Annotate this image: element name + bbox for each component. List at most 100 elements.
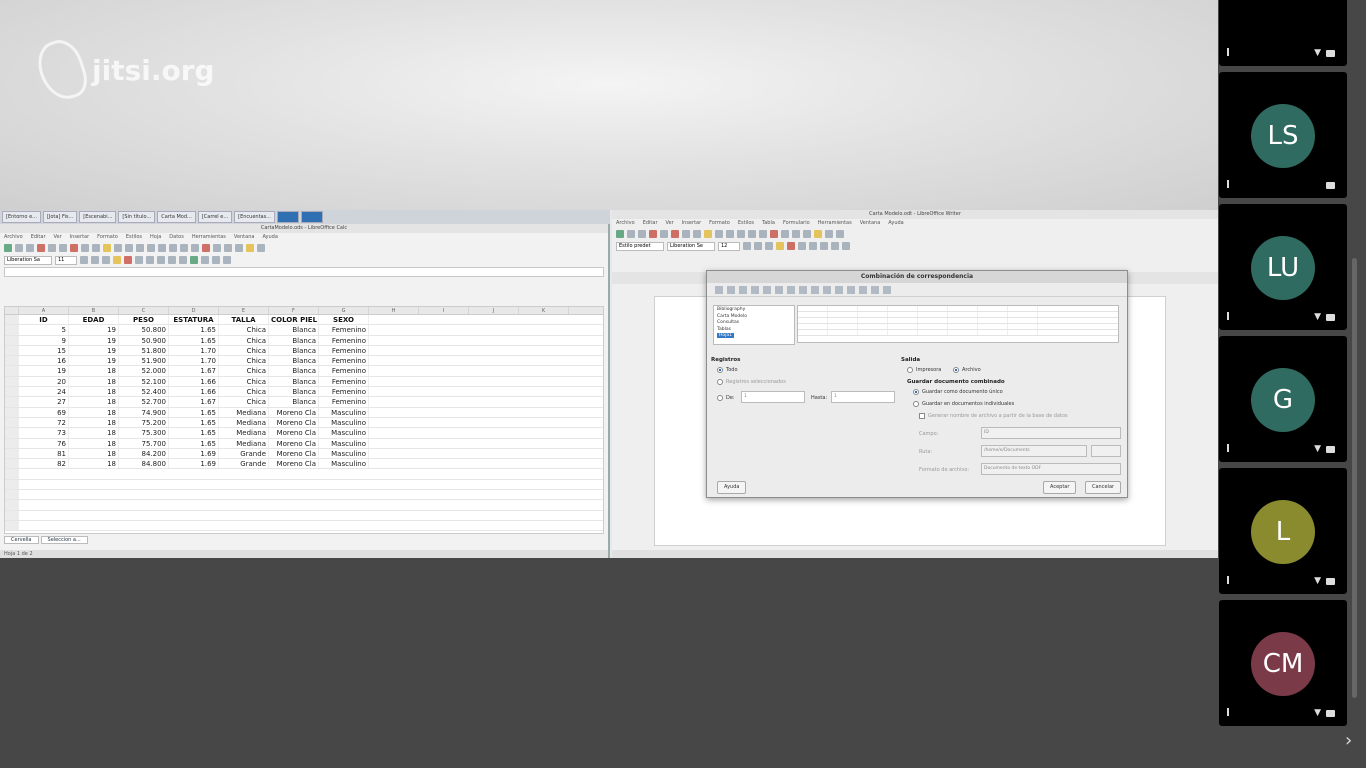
campo-select[interactable]: ID (981, 427, 1121, 439)
header-cell-estatura[interactable]: ESTATURA (169, 315, 219, 325)
row-number[interactable] (5, 417, 19, 428)
save-icon[interactable] (715, 286, 723, 294)
participant-tile[interactable]: L ▼ (1219, 468, 1347, 594)
col-header[interactable]: J (469, 307, 519, 314)
table-cell[interactable]: 1.67 (169, 397, 219, 407)
paste-icon[interactable] (92, 244, 100, 252)
sheet-tab[interactable]: Cervella (4, 536, 39, 544)
row-number[interactable] (5, 397, 19, 407)
special-char-icon[interactable] (803, 230, 811, 238)
col-header[interactable]: B (69, 307, 119, 314)
table-cell[interactable]: 1.65 (169, 335, 219, 345)
underline-icon[interactable] (765, 242, 773, 250)
formato-select[interactable]: Documento de texto ODF (981, 463, 1121, 475)
menu-item[interactable]: Editar (643, 219, 658, 228)
indent-icon[interactable] (842, 242, 850, 250)
participant-tile[interactable]: LS (1219, 72, 1347, 198)
row-number[interactable] (5, 376, 19, 387)
table-cell[interactable]: 52.100 (119, 376, 169, 387)
mail-merge-icon[interactable] (871, 286, 879, 294)
menu-item[interactable]: Estilos (126, 233, 142, 242)
option-guardar-individual[interactable]: Guardar en documentos individuales (913, 401, 1014, 407)
line-icon[interactable] (825, 230, 833, 238)
row-number[interactable] (5, 387, 19, 397)
column-icon[interactable] (169, 244, 177, 252)
new-icon[interactable] (4, 244, 12, 252)
table-cell[interactable]: Blanca (269, 376, 319, 387)
table-cell[interactable]: 15 (19, 345, 69, 356)
italic-icon[interactable] (91, 256, 99, 264)
table-cell[interactable]: 18 (69, 407, 119, 417)
row-number[interactable] (5, 459, 19, 469)
jitsi-watermark[interactable]: jitsi.org (31, 34, 215, 106)
table-cell[interactable]: 24 (19, 387, 69, 397)
participant-tile[interactable]: LU ▼ (1219, 204, 1347, 330)
table-cell[interactable]: 18 (69, 438, 119, 448)
de-input[interactable]: 1 (741, 391, 805, 403)
preview-icon[interactable] (59, 244, 67, 252)
table-cell[interactable]: 51.800 (119, 345, 169, 356)
row-number[interactable] (5, 366, 19, 376)
menu-item[interactable]: Ventana (860, 219, 881, 228)
table-cell[interactable]: Masculino (319, 448, 369, 459)
table-cell[interactable]: Chica (219, 325, 269, 335)
col-header[interactable]: G (319, 307, 369, 314)
row-number[interactable] (5, 510, 19, 520)
table-cell[interactable]: Femenino (319, 356, 369, 366)
row-number[interactable] (5, 469, 19, 479)
table-cell[interactable]: Femenino (319, 397, 369, 407)
data-source-tree[interactable]: Bibliography Carta Modelo Consultas Tabl… (713, 305, 795, 345)
chart-icon[interactable] (781, 230, 789, 238)
font-color-icon[interactable] (787, 242, 795, 250)
task-button[interactable]: [Encuentas... (234, 211, 275, 223)
save-icon[interactable] (26, 244, 34, 252)
data-source-icon[interactable] (883, 286, 891, 294)
table-cell[interactable]: Blanca (269, 335, 319, 345)
task-button[interactable]: [Carrel e... (197, 211, 233, 223)
textbox-icon[interactable] (792, 230, 800, 238)
table-cell[interactable]: 73 (19, 428, 69, 438)
table-cell[interactable]: Masculino (319, 407, 369, 417)
table-row-empty[interactable] (5, 490, 603, 501)
table-cell[interactable]: Grande (219, 448, 269, 459)
sort-ascending-icon[interactable] (787, 286, 795, 294)
col-header[interactable]: C (119, 307, 169, 314)
find-icon[interactable] (136, 244, 144, 252)
brush-icon[interactable] (704, 230, 712, 238)
ayuda-button[interactable]: Ayuda (717, 481, 747, 494)
shapes-icon[interactable] (836, 230, 844, 238)
table-cell[interactable]: 18 (69, 417, 119, 428)
table-cell[interactable]: 75.200 (119, 417, 169, 428)
comment-icon[interactable] (814, 230, 822, 238)
copy-icon[interactable] (81, 244, 89, 252)
menu-item[interactable]: Herramientas (192, 233, 226, 242)
data-to-fields-icon[interactable] (859, 286, 867, 294)
option-todo[interactable]: Todo (717, 367, 738, 373)
task-button[interactable]: [Entorno e... (2, 211, 41, 223)
table-cell[interactable]: Mediana (219, 438, 269, 448)
paste-icon[interactable] (763, 286, 771, 294)
table-row-empty[interactable] (5, 510, 603, 521)
currency-icon[interactable] (190, 256, 198, 264)
header-cell-id[interactable]: ID (19, 315, 69, 325)
table-cell[interactable]: Mediana (219, 428, 269, 438)
table-cell[interactable]: 84.200 (119, 448, 169, 459)
formula-bar[interactable] (4, 267, 604, 277)
table-cell[interactable]: Grande (219, 459, 269, 469)
row-number[interactable] (5, 479, 19, 490)
cut-icon[interactable] (671, 230, 679, 238)
table-cell[interactable]: 75.300 (119, 428, 169, 438)
underline-icon[interactable] (102, 256, 110, 264)
table-cell[interactable]: 84.800 (119, 459, 169, 469)
highlight-icon[interactable] (113, 256, 121, 264)
pdf-icon[interactable] (649, 230, 657, 238)
special-char-icon[interactable] (235, 244, 243, 252)
more-options-icon[interactable] (1227, 48, 1229, 56)
table-cell[interactable]: Chica (219, 356, 269, 366)
table-icon[interactable] (759, 230, 767, 238)
table-cell[interactable]: 51.900 (119, 356, 169, 366)
reset-filter-icon[interactable] (835, 286, 843, 294)
data-to-text-icon[interactable] (847, 286, 855, 294)
font-size-box[interactable]: 11 (55, 256, 77, 265)
table-cell[interactable]: Moreno Cla (269, 448, 319, 459)
